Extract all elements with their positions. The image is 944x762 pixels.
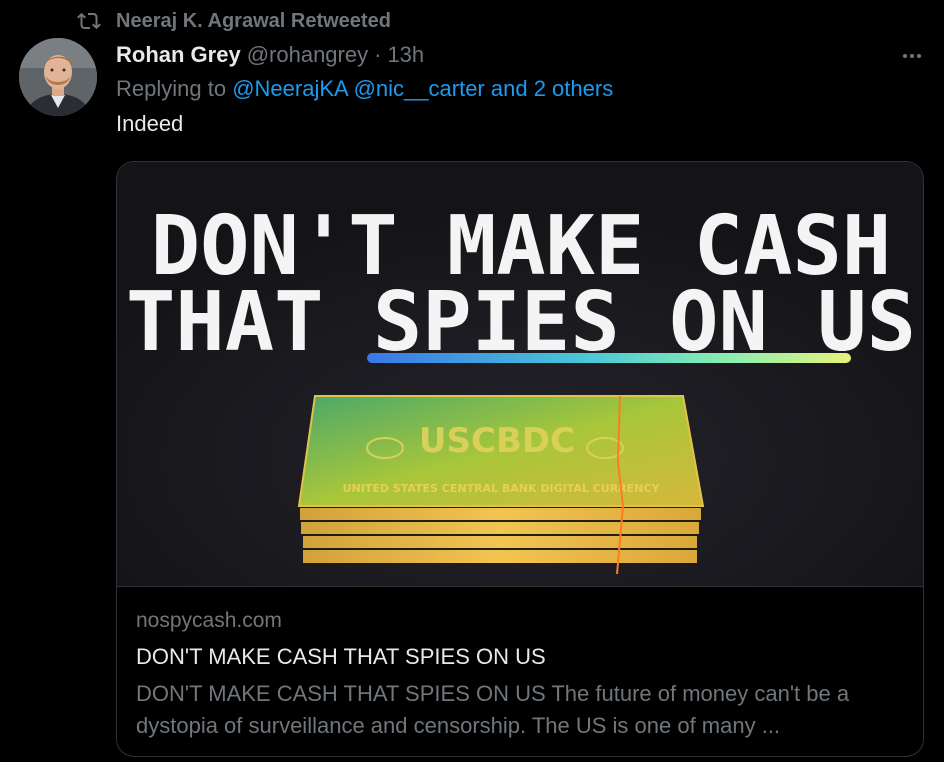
bill-text: USCBDC	[419, 421, 575, 461]
retweet-label: Neeraj K. Agrawal Retweeted	[116, 9, 391, 32]
link-card[interactable]: DON'T MAKE CASH THAT SPIES ON US USCBDC …	[116, 161, 924, 757]
tweet-page: Neeraj K. Agrawal Retweeted Rohan Grey @…	[0, 0, 944, 762]
mention-others[interactable]: and 2 others	[491, 76, 613, 101]
timestamp[interactable]: 13h	[387, 42, 424, 68]
more-icon[interactable]	[896, 43, 928, 69]
card-divider	[117, 586, 923, 587]
replying-prefix: Replying to	[116, 76, 233, 101]
headline-underline	[367, 353, 851, 363]
retweet-context[interactable]: Neeraj K. Agrawal Retweeted	[76, 8, 391, 34]
tweet-header: Rohan Grey @rohangrey · 13h	[116, 40, 424, 70]
mention-neerajka[interactable]: @NeerajKA	[232, 76, 347, 101]
mention-nic-carter[interactable]: @nic__carter	[354, 76, 485, 101]
separator-dot: ·	[374, 42, 382, 67]
card-image: DON'T MAKE CASH THAT SPIES ON US USCBDC …	[117, 162, 923, 586]
tweet-text: Indeed	[116, 111, 184, 136]
bill-stack-image: USCBDC UNITED STATES CENTRAL BANK DIGITA…	[297, 395, 705, 575]
card-title: DON'T MAKE CASH THAT SPIES ON US	[136, 644, 546, 669]
retweet-icon	[76, 8, 102, 34]
replying-to: Replying to @NeerajKA @nic__carter and 2…	[116, 76, 613, 106]
card-description: DON'T MAKE CASH THAT SPIES ON US The fut…	[136, 681, 850, 738]
display-name[interactable]: Rohan Grey	[116, 42, 241, 68]
avatar[interactable]	[19, 38, 97, 116]
user-handle[interactable]: @rohangrey	[247, 42, 368, 68]
card-domain: nospycash.com	[136, 609, 282, 632]
bill-band-text: UNITED STATES CENTRAL BANK DIGITAL CURRE…	[343, 482, 661, 495]
